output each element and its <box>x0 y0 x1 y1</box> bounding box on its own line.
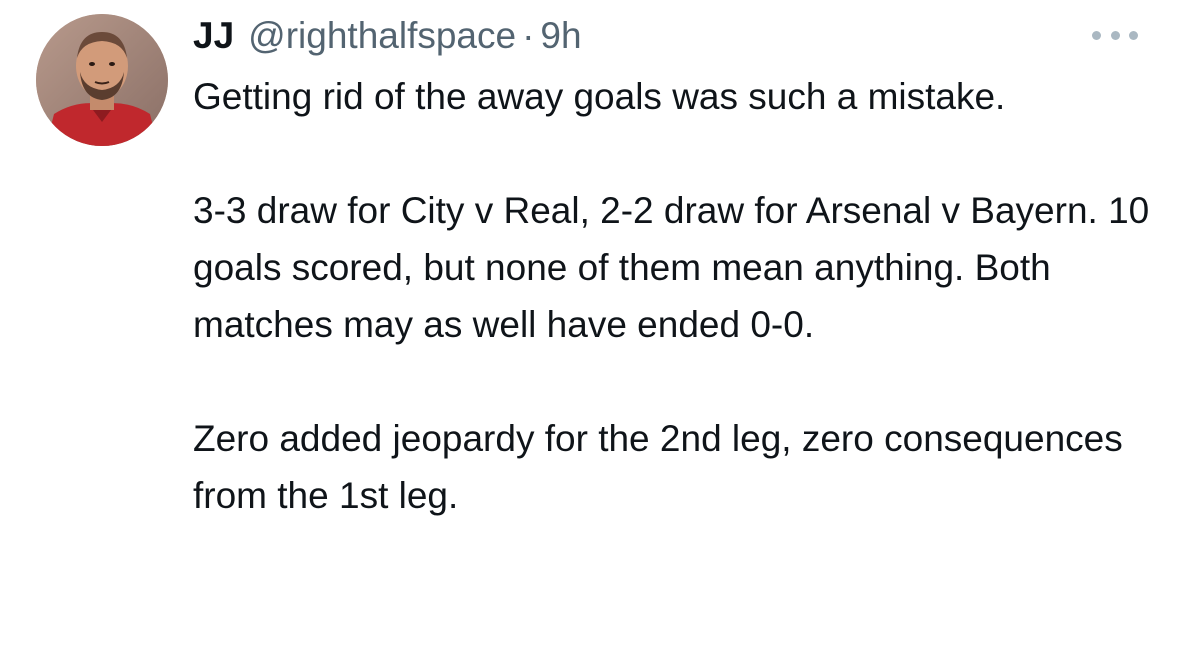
tweet-text: Getting rid of the away goals was such a… <box>193 68 1163 524</box>
tweet-paragraph: Zero added jeopardy for the 2nd leg, zer… <box>193 418 1123 516</box>
more-horizontal-icon[interactable] <box>1092 28 1138 42</box>
more-dot <box>1110 30 1120 40</box>
tweet: JJ @righthalfspace · 9h Getting rid of t… <box>0 0 1179 660</box>
tweet-paragraph: Getting rid of the away goals was such a… <box>193 76 1006 117</box>
more-dot <box>1129 30 1138 40</box>
tweet-header: JJ @righthalfspace · 9h <box>193 12 582 60</box>
avatar-image <box>36 14 168 146</box>
timestamp[interactable]: 9h <box>540 12 581 60</box>
user-handle[interactable]: @righthalfspace <box>248 12 516 60</box>
more-dot <box>1092 30 1101 40</box>
avatar[interactable] <box>36 14 168 146</box>
separator-dot: · <box>522 15 535 56</box>
tweet-paragraph: 3-3 draw for City v Real, 2-2 draw for A… <box>193 190 1150 345</box>
display-name[interactable]: JJ <box>193 12 234 60</box>
